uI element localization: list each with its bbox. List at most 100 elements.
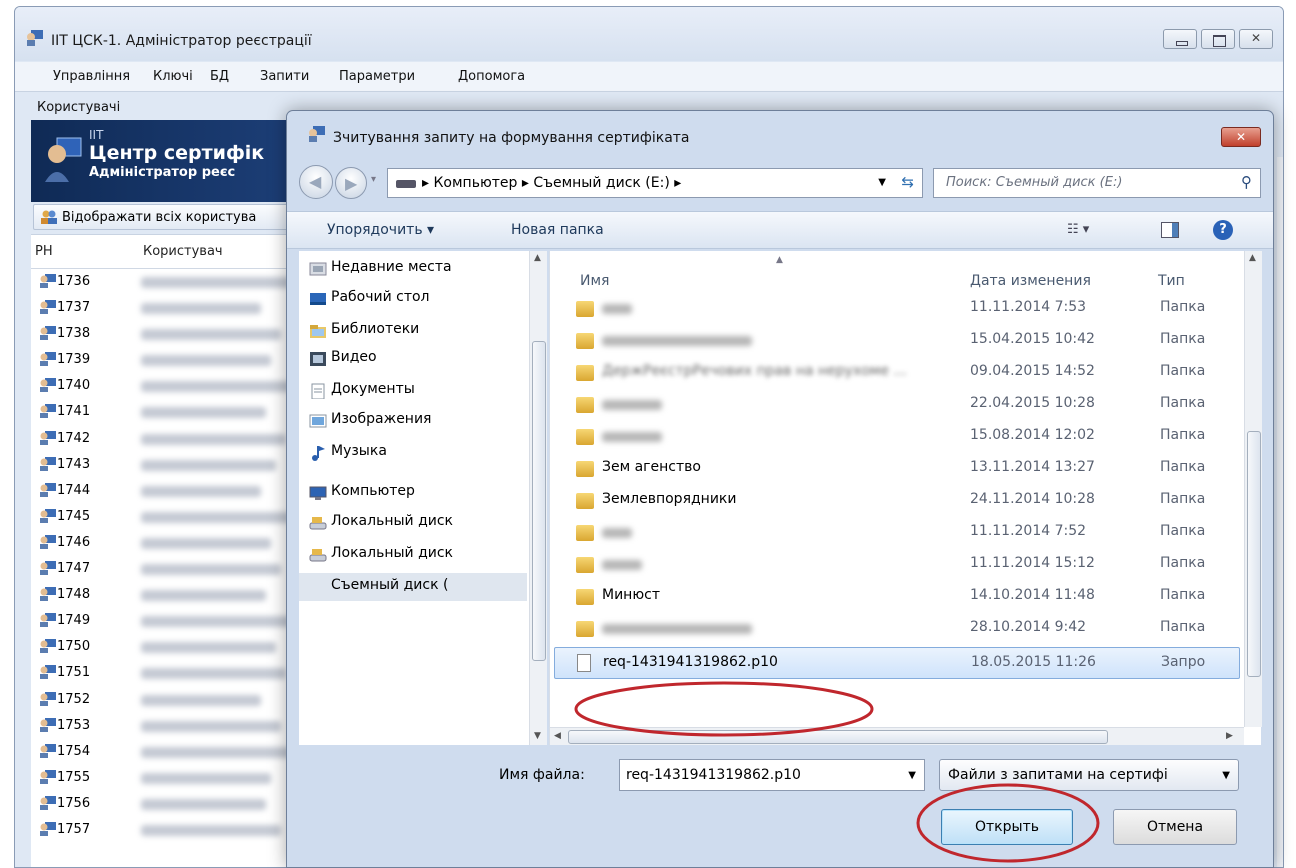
address-bar[interactable]: ▸ Компьютер ▸ Съемный диск (E:) ▸ ▼ ⇆: [387, 168, 923, 198]
minimize-button[interactable]: [1163, 29, 1197, 49]
user-row[interactable]: 1755: [31, 765, 303, 791]
file-row[interactable]: Минюст 14.10.2014 11:48 Папка: [554, 581, 1240, 613]
file-row[interactable]: Землевпорядники 24.11.2014 10:28 Папка: [554, 485, 1240, 517]
menu-item-requests[interactable]: Запити: [260, 69, 309, 84]
dialog-close-button[interactable]: ✕: [1221, 127, 1261, 147]
nav-item[interactable]: Компьютер: [331, 483, 415, 499]
help-icon[interactable]: ?: [1213, 220, 1233, 240]
user-row[interactable]: 1738: [31, 321, 303, 347]
menu-item-help[interactable]: Допомога: [458, 69, 525, 84]
nav-scrollbar[interactable]: ▲ ▼: [529, 251, 547, 745]
nav-item[interactable]: Съемный диск (: [299, 573, 527, 601]
file-row[interactable]: 15.08.2014 12:02 Папка: [554, 421, 1240, 453]
back-button[interactable]: ◀: [299, 165, 333, 199]
menu-item-db[interactable]: БД: [210, 69, 229, 84]
scroll-right-icon[interactable]: ▶: [1226, 731, 1233, 741]
nav-item[interactable]: Изображения: [331, 411, 431, 427]
scroll-down-icon[interactable]: ▼: [534, 731, 541, 741]
search-box[interactable]: Поиск: Съемный диск (E:) ⚲: [933, 168, 1261, 198]
user-row[interactable]: 1750: [31, 634, 303, 660]
file-row[interactable]: 15.04.2015 10:42 Папка: [554, 325, 1240, 357]
user-row[interactable]: 1741: [31, 399, 303, 425]
banner-iit: IIT: [89, 128, 104, 142]
user-row[interactable]: 1749: [31, 608, 303, 634]
column-name[interactable]: Имя: [580, 273, 609, 289]
file-vertical-scrollbar[interactable]: ▲: [1244, 251, 1262, 727]
column-type[interactable]: Тип: [1158, 273, 1185, 289]
nav-item[interactable]: Локальный диск: [331, 513, 453, 529]
file-row[interactable]: 11.11.2014 15:12 Папка: [554, 549, 1240, 581]
cancel-button[interactable]: Отмена: [1113, 809, 1237, 845]
preview-pane-icon[interactable]: [1161, 222, 1179, 238]
recent-pages-dropdown[interactable]: ▾: [371, 174, 376, 185]
change-view-button[interactable]: ☷ ▾: [1067, 222, 1089, 237]
user-row[interactable]: 1748: [31, 582, 303, 608]
search-icon[interactable]: ⚲: [1241, 173, 1252, 191]
menu-item-keys[interactable]: Ключі: [153, 69, 193, 84]
user-row[interactable]: 1742: [31, 426, 303, 452]
user-row[interactable]: 1737: [31, 295, 303, 321]
nav-item[interactable]: Локальный диск: [331, 545, 453, 561]
filetype-dropdown-icon[interactable]: ▼: [1222, 770, 1230, 781]
nav-item[interactable]: Документы: [331, 381, 415, 397]
show-all-users-button[interactable]: Відображати всіх користува: [33, 204, 305, 230]
new-folder-button[interactable]: Новая папка: [511, 222, 604, 238]
maximize-button[interactable]: [1201, 29, 1235, 49]
forward-button[interactable]: ▶: [335, 167, 367, 199]
close-button[interactable]: [1239, 29, 1273, 49]
file-hscroll-thumb[interactable]: [568, 730, 1108, 744]
menu-item-management[interactable]: Управління: [53, 69, 130, 84]
address-dropdown-icon[interactable]: ▼: [878, 177, 886, 188]
documents-icon: [311, 383, 325, 399]
user-row[interactable]: 1753: [31, 713, 303, 739]
file-row[interactable]: 28.10.2014 9:42 Папка: [554, 613, 1240, 645]
nav-item[interactable]: Музыка: [331, 443, 387, 459]
scroll-up-icon[interactable]: ▲: [534, 253, 541, 263]
file-row[interactable]: 22.04.2015 10:28 Папка: [554, 389, 1240, 421]
column-rn[interactable]: РН: [35, 244, 53, 259]
file-row[interactable]: 11.11.2014 7:53 Папка: [554, 293, 1240, 325]
column-user[interactable]: Користувач: [143, 244, 223, 259]
nav-item[interactable]: Библиотеки: [331, 321, 419, 337]
filetype-select[interactable]: Файли з запитами на сертифі ▼: [939, 759, 1239, 791]
file-row[interactable]: Зем агенство 13.11.2014 13:27 Папка: [554, 453, 1240, 485]
menu-item-parameters[interactable]: Параметри: [339, 69, 415, 84]
user-row[interactable]: 1751: [31, 660, 303, 686]
user-name-redacted: [141, 694, 261, 706]
file-scroll-thumb[interactable]: [1247, 431, 1261, 677]
user-row[interactable]: 1736: [31, 269, 303, 295]
filename-input[interactable]: req-1431941319862.p10 ▼: [619, 759, 925, 791]
file-row[interactable]: ДержРеєстрРечових прав на нерухоме ... 09…: [554, 357, 1240, 389]
file-date: 11.11.2014 7:52: [970, 523, 1087, 539]
file-row[interactable]: 11.11.2014 7:52 Папка: [554, 517, 1240, 549]
user-row[interactable]: 1754: [31, 739, 303, 765]
file-horizontal-scrollbar[interactable]: ◀ ▶: [550, 727, 1244, 745]
user-rn: 1748: [57, 587, 91, 603]
nav-item[interactable]: Рабочий стол: [331, 289, 430, 305]
user-row[interactable]: 1745: [31, 504, 303, 530]
organize-button[interactable]: Упорядочить ▾: [327, 222, 434, 238]
filename-dropdown-icon[interactable]: ▼: [908, 770, 916, 781]
user-row[interactable]: 1744: [31, 478, 303, 504]
local-disk-icon: [309, 517, 327, 530]
user-row[interactable]: 1756: [31, 791, 303, 817]
nav-item[interactable]: Видео: [331, 349, 377, 365]
nav-scroll-thumb[interactable]: [532, 341, 546, 661]
nav-item[interactable]: Недавние места: [331, 259, 452, 275]
open-button[interactable]: Открыть: [941, 809, 1073, 845]
folder-icon: [576, 333, 594, 349]
file-row-selected[interactable]: req-1431941319862.p10 18.05.2015 11:26 Зап…: [554, 647, 1240, 679]
users-tab[interactable]: Користувачі: [37, 100, 120, 115]
user-row[interactable]: 1757: [31, 817, 303, 843]
user-row[interactable]: 1747: [31, 556, 303, 582]
user-row[interactable]: 1740: [31, 373, 303, 399]
breadcrumb[interactable]: ▸ Компьютер ▸ Съемный диск (E:) ▸: [422, 175, 681, 191]
column-date[interactable]: Дата изменения: [970, 273, 1091, 289]
user-row[interactable]: 1752: [31, 687, 303, 713]
user-row[interactable]: 1739: [31, 347, 303, 373]
user-row[interactable]: 1746: [31, 530, 303, 556]
refresh-icon[interactable]: ⇆: [901, 173, 914, 191]
scroll-up-icon[interactable]: ▲: [1249, 253, 1256, 263]
user-row[interactable]: 1743: [31, 452, 303, 478]
scroll-left-icon[interactable]: ◀: [554, 731, 561, 741]
